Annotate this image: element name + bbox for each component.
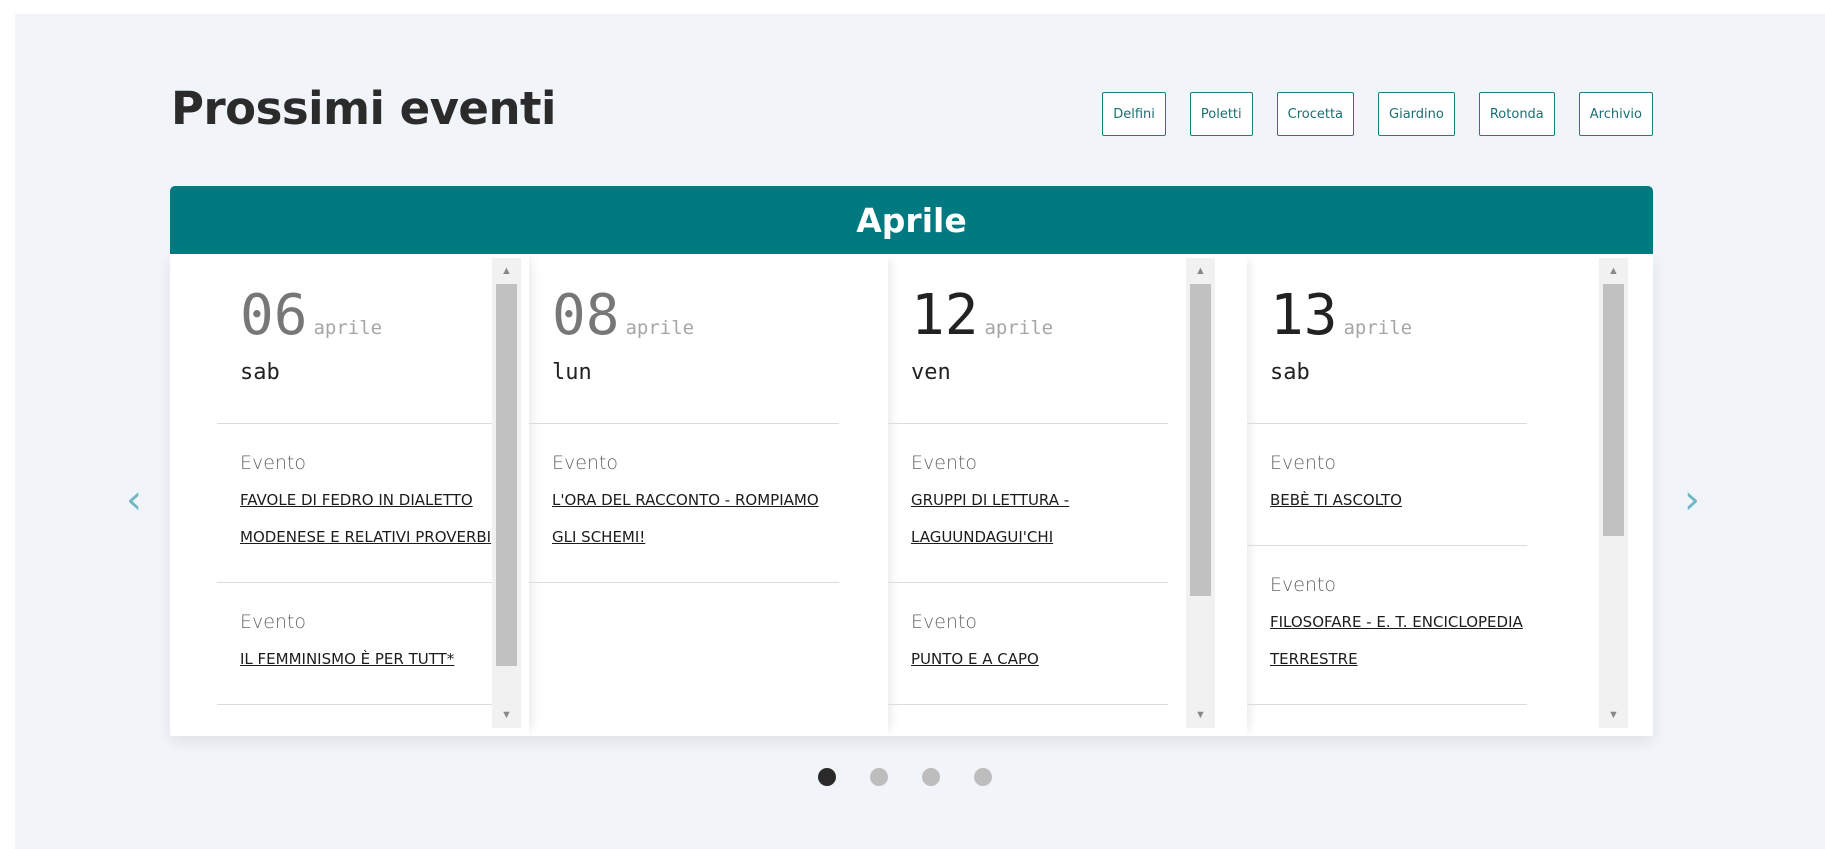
event-item: Evento PUNTO E A CAPO [888, 583, 1168, 705]
day-content[interactable]: 12 aprile ven Evento GRUPPI DI LETTURA - … [888, 254, 1168, 736]
month-header: Aprile [170, 186, 1653, 254]
event-item: Evento FAVOLE DI FEDRO IN DIALETTO MODEN… [217, 424, 497, 583]
event-item: Evento GRUPPI DI LETTURA - LAGUUNDAGUI'C… [888, 424, 1168, 583]
event-item: Evento L'ORA DEL RACCONTO - ROMPIAMO GLI… [529, 424, 839, 583]
day-month: aprile [313, 317, 383, 339]
filter-poletti-button[interactable]: Poletti [1189, 92, 1253, 136]
weekday: sab [240, 360, 280, 385]
date-header: 06 aprile sab [217, 254, 497, 424]
event-item: Evento FILOSOFARE - E. T. ENCICLOPEDIA T… [1247, 546, 1527, 705]
event-type: Evento [1270, 574, 1337, 596]
pagination-dot[interactable] [974, 768, 992, 786]
day-column: 13 aprile sab Evento BEBÈ TI ASCOLTO Even… [1247, 254, 1653, 736]
carousel-pagination [818, 768, 992, 786]
event-item: Evento BEBÈ TI ASCOLTO [1247, 424, 1527, 546]
day-month: aprile [625, 317, 695, 339]
scroll-up-arrow-icon[interactable]: ▲ [492, 258, 521, 284]
filter-crocetta-button[interactable]: Crocetta [1276, 92, 1355, 136]
pagination-dot[interactable] [818, 768, 836, 786]
section-title: Prossimi eventi [171, 82, 556, 135]
scrollbar-thumb[interactable] [1190, 284, 1211, 596]
filter-delfini-button[interactable]: Delfini [1102, 92, 1166, 136]
chevron-left-icon[interactable]: ‹ [120, 480, 148, 520]
library-filters: Delfini Poletti Crocetta Giardino Rotond… [1102, 92, 1653, 136]
date-header: 13 aprile sab [1247, 254, 1527, 424]
scrollbar[interactable]: ▲ ▼ [1186, 258, 1215, 728]
event-type: Evento [552, 452, 619, 474]
scroll-down-arrow-icon[interactable]: ▼ [492, 702, 521, 728]
day-number: 06 [240, 283, 308, 348]
event-item: Evento [1247, 705, 1527, 736]
event-type: Evento [911, 611, 978, 633]
filter-archivio-button[interactable]: Archivio [1578, 92, 1653, 136]
event-link[interactable]: FILOSOFARE - E. T. ENCICLOPEDIA TERRESTR… [1270, 604, 1527, 678]
day-content[interactable]: 13 aprile sab Evento BEBÈ TI ASCOLTO Even… [1247, 254, 1527, 736]
event-item: Evento [888, 705, 1168, 736]
scroll-down-arrow-icon[interactable]: ▼ [1599, 702, 1628, 728]
event-link[interactable]: BEBÈ TI ASCOLTO [1270, 482, 1527, 519]
scroll-up-arrow-icon[interactable]: ▲ [1186, 258, 1215, 284]
day-column: 12 aprile ven Evento GRUPPI DI LETTURA - … [888, 254, 1247, 736]
event-type: Evento [1270, 452, 1337, 474]
event-link[interactable]: PUNTO E A CAPO [911, 641, 1168, 678]
chevron-right-icon[interactable]: › [1678, 480, 1706, 520]
day-content[interactable]: 06 aprile sab Evento FAVOLE DI FEDRO IN D… [217, 254, 497, 736]
day-number: 12 [911, 283, 979, 348]
event-type: Evento [240, 611, 307, 633]
day-number: 08 [552, 283, 620, 348]
event-type: Evento [911, 452, 978, 474]
day-month: aprile [984, 317, 1054, 339]
scroll-down-arrow-icon[interactable]: ▼ [1186, 702, 1215, 728]
scrollbar-thumb[interactable] [1603, 284, 1624, 536]
event-link[interactable]: FAVOLE DI FEDRO IN DIALETTO MODENESE E R… [240, 482, 497, 556]
pagination-dot[interactable] [922, 768, 940, 786]
day-number: 13 [1270, 283, 1338, 348]
day-column: 08 aprile lun Evento L'ORA DEL RACCONTO -… [529, 254, 888, 736]
day-column: 06 aprile sab Evento FAVOLE DI FEDRO IN D… [170, 254, 529, 736]
event-item: Evento IL FEMMINISMO È PER TUTT* [217, 583, 497, 705]
event-type: Evento [1270, 733, 1527, 736]
event-link[interactable]: GRUPPI DI LETTURA - LAGUUNDAGUI'CHI [911, 482, 1168, 556]
weekday: lun [552, 360, 592, 385]
filter-rotonda-button[interactable]: Rotonda [1478, 92, 1555, 136]
event-type: Evento [911, 733, 1168, 736]
date-header: 12 aprile ven [888, 254, 1168, 424]
scrollbar[interactable]: ▲ ▼ [1599, 258, 1628, 728]
scrollbar[interactable]: ▲ ▼ [492, 258, 521, 728]
scroll-up-arrow-icon[interactable]: ▲ [1599, 258, 1628, 284]
weekday: sab [1270, 360, 1310, 385]
weekday: ven [911, 360, 951, 385]
filter-giardino-button[interactable]: Giardino [1378, 92, 1455, 136]
pagination-dot[interactable] [870, 768, 888, 786]
calendar-carousel: 06 aprile sab Evento FAVOLE DI FEDRO IN D… [170, 254, 1653, 736]
event-link[interactable]: L'ORA DEL RACCONTO - ROMPIAMO GLI SCHEMI… [552, 482, 839, 556]
event-link[interactable]: IL FEMMINISMO È PER TUTT* [240, 641, 497, 678]
date-header: 08 aprile lun [529, 254, 839, 424]
day-content: 08 aprile lun Evento L'ORA DEL RACCONTO -… [529, 254, 839, 736]
scrollbar-thumb[interactable] [496, 284, 517, 666]
day-month: aprile [1343, 317, 1413, 339]
event-type: Evento [240, 452, 307, 474]
